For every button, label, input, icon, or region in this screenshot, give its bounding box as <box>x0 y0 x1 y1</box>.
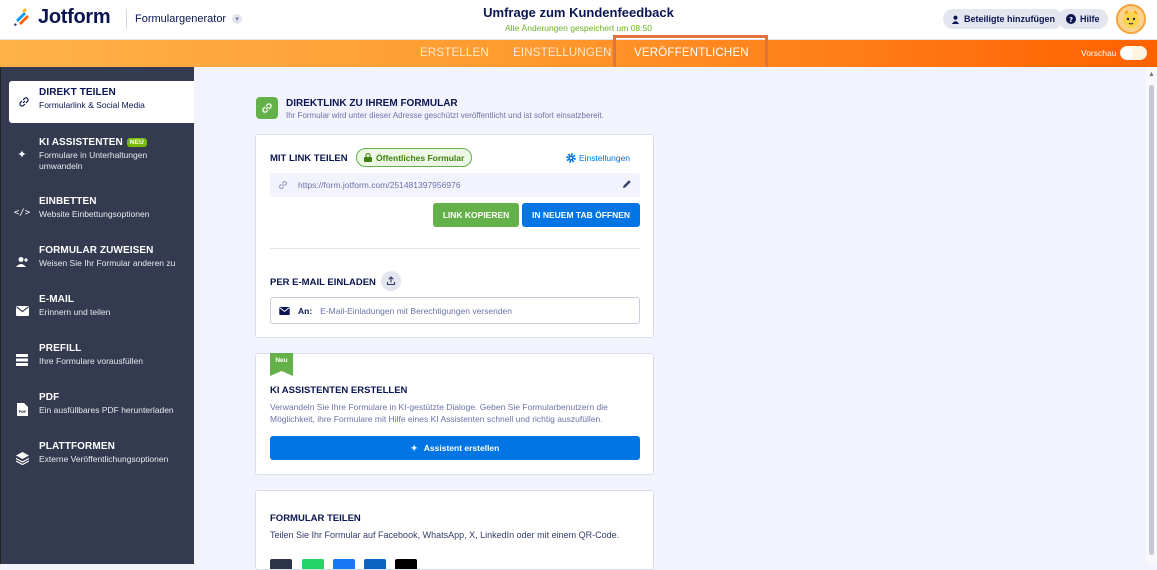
prefill-icon <box>15 353 29 367</box>
sidebar-item-title: EINBETTEN <box>39 196 97 207</box>
lock-icon <box>364 153 372 162</box>
share-settings-label: Einstellungen <box>579 153 631 163</box>
open-new-tab-button[interactable]: IN NEUEM TAB ÖFFNEN <box>522 203 640 227</box>
share-link-heading: MIT LINK TEILEN <box>270 153 348 164</box>
svg-text:?: ? <box>1069 16 1073 24</box>
assign-user-icon <box>15 255 29 269</box>
form-url-text: https://form.jotform.com/251481397956976 <box>298 180 461 190</box>
qr-code-icon[interactable] <box>270 559 292 569</box>
sidebar-item-subtitle: Externe Veröffentlichungsoptionen <box>39 454 169 464</box>
sidebar-item-title: PLATTFORMEN <box>39 441 115 452</box>
section-divider <box>270 248 640 249</box>
email-placeholder: E-Mail-Einladungen mit Berechtigungen ve… <box>320 305 513 316</box>
svg-text:PDF: PDF <box>18 410 26 414</box>
envelope-icon <box>279 306 290 315</box>
direct-link-subtitle: Ihr Formular wird unter dieser Adresse g… <box>286 111 604 120</box>
page-scrollbar[interactable]: ▲ <box>1146 67 1157 564</box>
public-form-label: Öffentliches Formular <box>376 152 465 163</box>
edit-url-icon[interactable] <box>622 179 632 191</box>
help-label: Hilfe <box>1080 14 1100 24</box>
sparkle-icon: ✦ <box>17 148 27 161</box>
sidebar-item-embed[interactable]: </> EINBETTEN Website Einbettungsoptione… <box>1 190 195 239</box>
whatsapp-icon[interactable] <box>302 559 324 569</box>
sparkle-icon: ✦ <box>410 442 418 453</box>
ai-agent-description: Verwandeln Sie Ihre Formulare in KI-gest… <box>270 402 608 424</box>
social-share-card: FORMULAR TEILEN Teilen Sie Ihr Formular … <box>255 490 654 570</box>
create-agent-label: Assistent erstellen <box>423 443 500 453</box>
sidebar-item-title-row: KI ASSISTENTEN NEU <box>39 137 147 148</box>
social-share-description: Teilen Sie Ihr Formular auf Facebook, Wh… <box>270 530 620 540</box>
sidebar-item-title: E-MAIL <box>39 294 75 305</box>
sidebar-item-assign-form[interactable]: FORMULAR ZUWEISEN Weisen Sie Ihr Formula… <box>1 239 195 288</box>
direct-link-title: DIREKTLINK ZU IHREM FORMULAR <box>286 98 458 109</box>
sidebar-item-subtitle: Ihre Formulare vorausfüllen <box>39 356 143 366</box>
email-invite-input[interactable]: An: E-Mail-Einladungen mit Berechtigunge… <box>270 297 640 324</box>
email-to-label: An: <box>298 305 313 316</box>
sidebar-item-subtitle: Website Einbettungsoptionen <box>39 209 150 219</box>
avatar[interactable] <box>1116 4 1146 34</box>
public-form-badge[interactable]: Öffentliches Formular <box>356 148 473 167</box>
ai-agent-heading: KI ASSISTENTEN ERSTELLEN <box>270 385 408 396</box>
new-flag: Neu <box>270 353 293 376</box>
x-icon[interactable] <box>395 559 417 569</box>
copy-link-button[interactable]: LINK KOPIEREN <box>433 203 519 227</box>
sidebar-item-subtitle: Formularlink & Social Media <box>39 100 145 110</box>
share-settings-link[interactable]: Einstellungen <box>566 153 630 163</box>
avatar-cat-icon <box>1123 10 1139 28</box>
sidebar-item-direct-share[interactable]: DIREKT TEILEN Formularlink & Social Medi… <box>9 81 195 123</box>
sidebar-item-title: PDF <box>39 392 60 403</box>
layers-icon <box>15 451 29 465</box>
sidebar-item-title: FORMULAR ZUWEISEN <box>39 245 154 256</box>
publish-sidebar: DIREKT TEILEN Formularlink & Social Medi… <box>0 67 195 564</box>
sidebar-item-subtitle: Erinnern und teilen <box>39 307 111 317</box>
share-link-card: MIT LINK TEILEN Öffentliches Formular Ei… <box>255 134 654 338</box>
user-icon <box>951 15 960 24</box>
scroll-up-arrow-icon[interactable]: ▲ <box>1148 71 1155 78</box>
tab-settings[interactable]: EINSTELLUNGEN <box>513 40 611 67</box>
add-collaborators-button[interactable]: Beteiligte hinzufügen <box>943 9 1063 29</box>
linkedin-icon[interactable] <box>364 559 386 569</box>
scrollbar-thumb[interactable] <box>1149 85 1154 555</box>
link-icon <box>17 95 31 109</box>
sidebar-item-pdf[interactable]: PDF PDF Ein ausfüllbares PDF herunterlad… <box>1 386 195 435</box>
tab-create[interactable]: ERSTELLEN <box>420 40 489 67</box>
help-button[interactable]: ? Hilfe <box>1058 9 1108 29</box>
sidebar-item-subtitle: Ein ausfüllbares PDF herunterladen <box>39 405 174 415</box>
social-share-heading: FORMULAR TEILEN <box>270 513 361 524</box>
sidebar-item-platforms[interactable]: PLATTFORMEN Externe Veröffentlichungsopt… <box>1 435 195 484</box>
create-agent-button[interactable]: ✦ Assistent erstellen <box>270 436 640 460</box>
gear-icon <box>566 153 576 163</box>
top-bar: Jotform Formulargenerator ▾ Umfrage zum … <box>0 0 1157 40</box>
add-collaborators-label: Beteiligte hinzufügen <box>964 14 1055 24</box>
direct-link-icon <box>256 97 278 119</box>
sidebar-item-subtitle: Weisen Sie Ihr Formular anderen zu <box>39 258 176 268</box>
link-icon <box>279 181 287 189</box>
facebook-icon[interactable] <box>333 559 355 569</box>
pdf-icon: PDF <box>15 402 29 416</box>
sidebar-item-subtitle: Formulare in Unterhaltungen umwandeln <box>39 150 148 171</box>
preview-label: Vorschau <box>1081 48 1117 58</box>
form-url-field[interactable]: https://form.jotform.com/251481397956976 <box>270 173 640 197</box>
envelope-icon <box>15 304 29 318</box>
sidebar-item-prefill[interactable]: PREFILL Ihre Formulare vorausfüllen <box>1 337 195 386</box>
sidebar-item-ai-agents[interactable]: ✦ KI ASSISTENTEN NEU Formulare in Unterh… <box>1 131 195 180</box>
new-badge: NEU <box>126 138 147 147</box>
ai-agent-card: Neu KI ASSISTENTEN ERSTELLEN Verwandeln … <box>255 353 654 475</box>
code-icon: </> <box>13 208 31 218</box>
sidebar-item-title: PREFILL <box>39 343 82 354</box>
preview-toggle-knob <box>1121 47 1133 59</box>
upload-icon[interactable] <box>381 271 401 291</box>
sidebar-item-title: DIREKT TEILEN <box>39 87 116 98</box>
email-invite-heading: PER E-MAIL EINLADEN <box>270 277 376 288</box>
sidebar-item-email[interactable]: E-MAIL Erinnern und teilen <box>1 288 195 337</box>
sidebar-item-title: KI ASSISTENTEN <box>39 137 123 148</box>
preview-toggle[interactable] <box>1120 46 1147 60</box>
builder-nav-bar: ERSTELLEN EINSTELLUNGEN VERÖFFENTLICHEN … <box>0 40 1157 67</box>
help-icon: ? <box>1066 14 1076 24</box>
